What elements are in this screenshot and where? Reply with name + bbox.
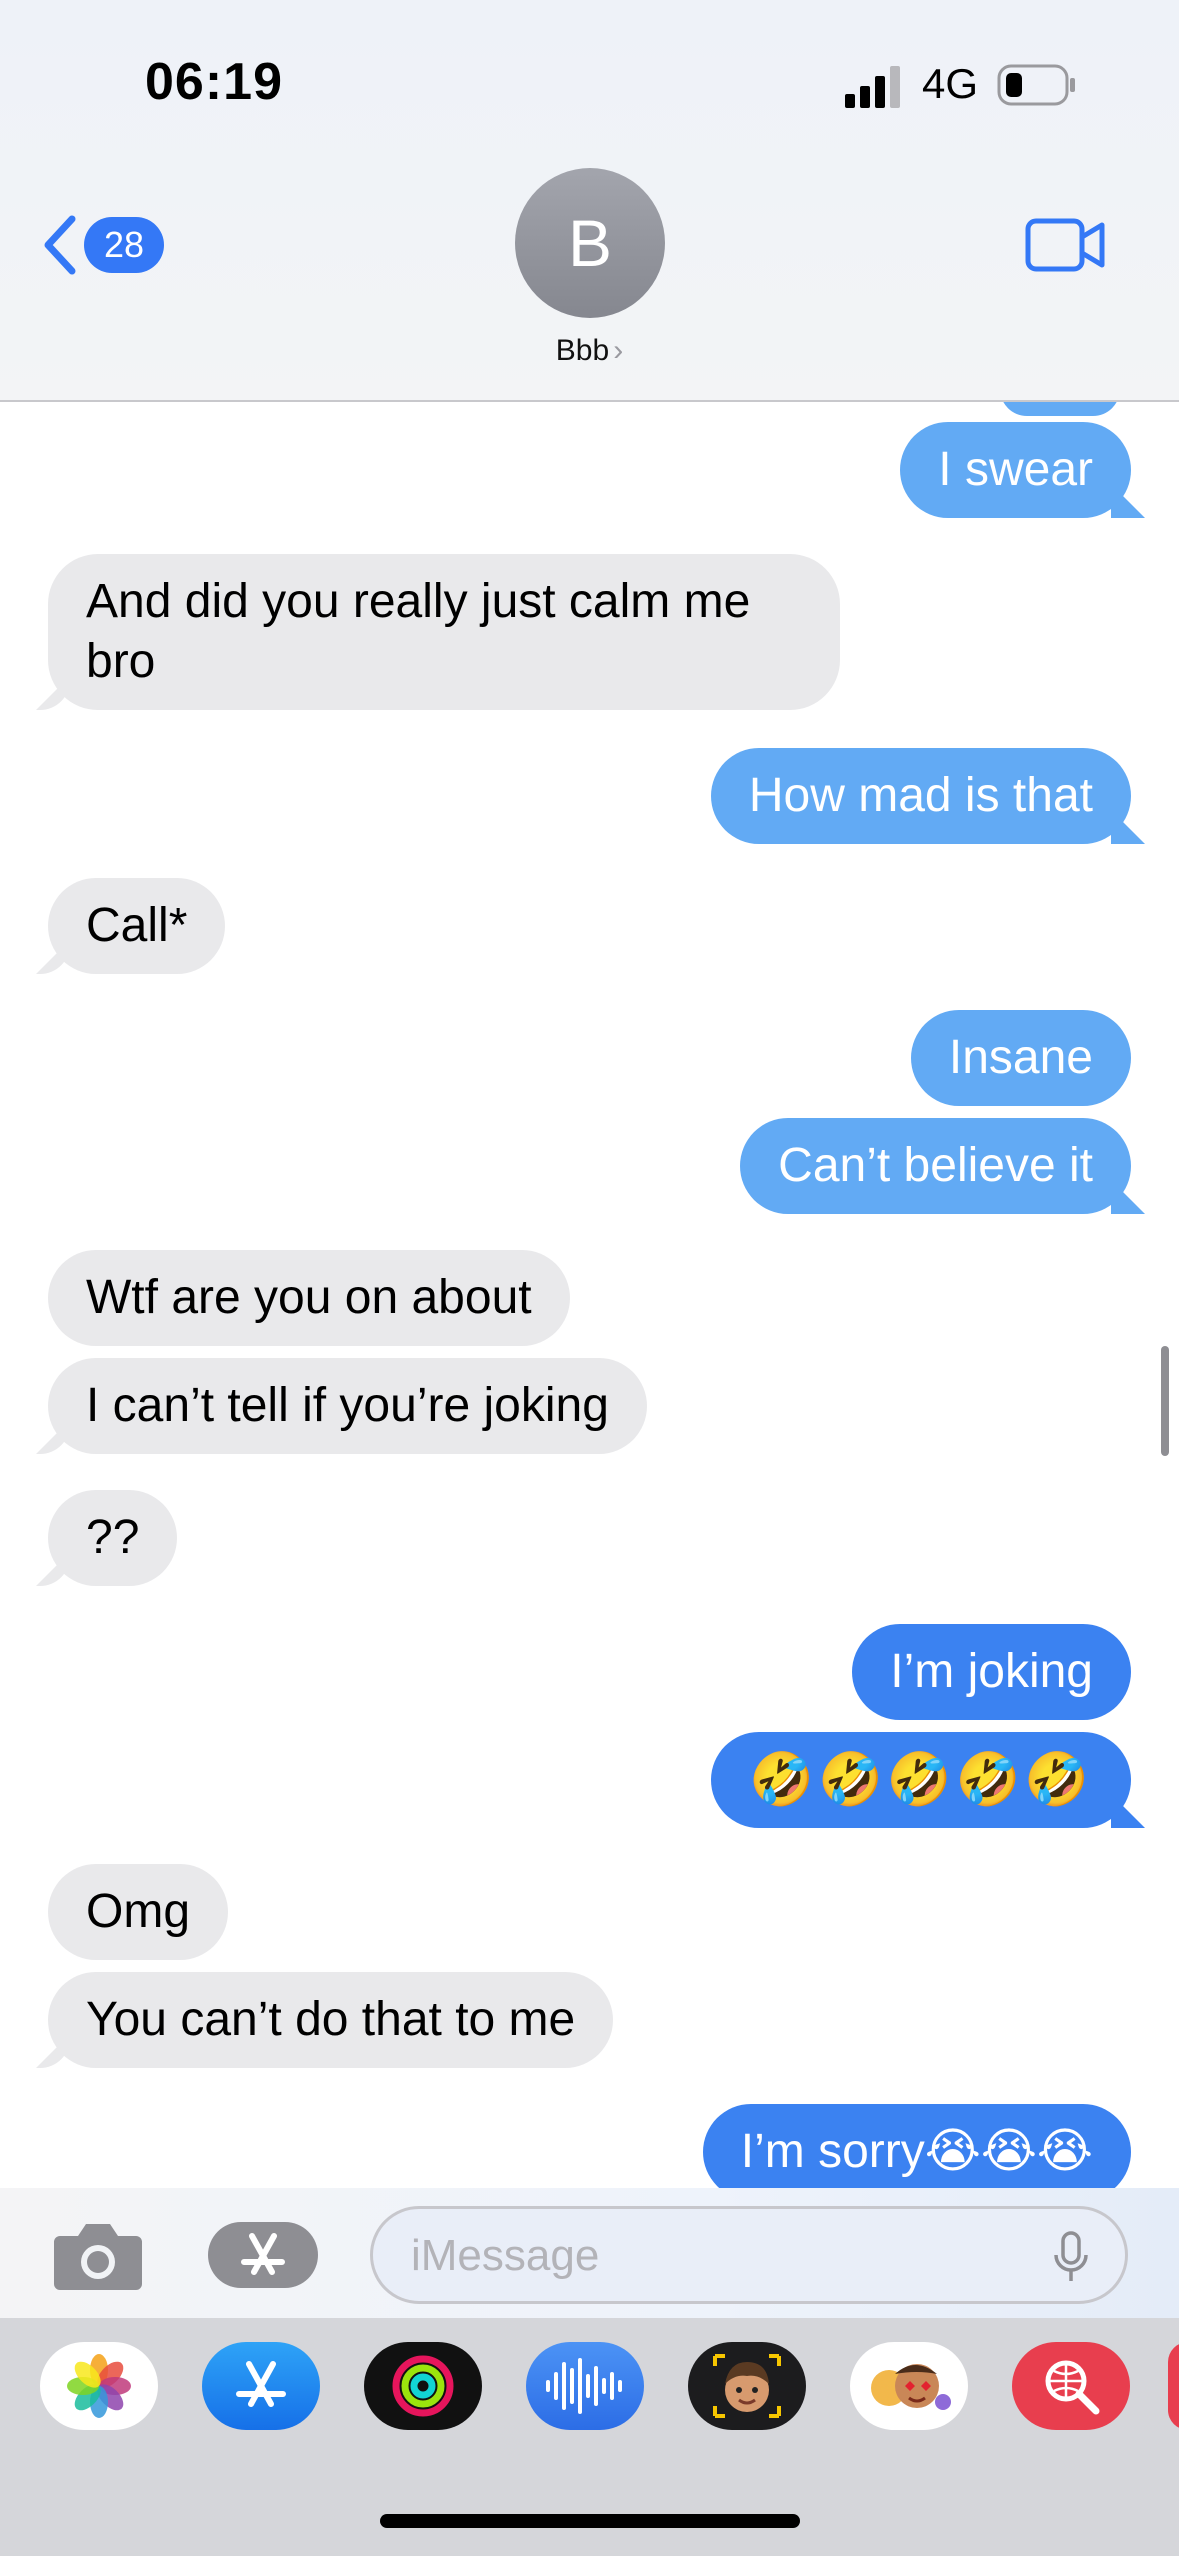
message-text: Call*	[86, 899, 188, 952]
message-input[interactable]	[409, 2227, 1033, 2285]
app-store-icon	[236, 2361, 286, 2407]
message-text: Insane	[948, 1031, 1093, 1084]
home-indicator[interactable]	[380, 2514, 800, 2528]
message-text: I swear	[938, 443, 1093, 496]
message-text: bro	[86, 635, 156, 688]
status-time: 06:19	[145, 53, 283, 111]
memoji-icon[interactable]	[688, 2342, 806, 2430]
activity-icon	[392, 2355, 454, 2417]
memoji-stickers-icon[interactable]	[850, 2342, 968, 2430]
message-bubble-incoming[interactable]: And did you really just calm me bro	[48, 554, 840, 710]
scrollbar[interactable]	[1161, 1346, 1169, 1456]
app-store-icon	[241, 2233, 285, 2275]
contact-avatar[interactable]: B	[515, 168, 665, 318]
message-input-field[interactable]	[370, 2206, 1128, 2304]
message-text: Can’t believe it	[778, 1139, 1093, 1192]
message-bubble-incoming[interactable]: You can’t do that to me	[48, 1972, 614, 2068]
activity-icon[interactable]	[364, 2342, 482, 2430]
message-bubble-outgoing[interactable]: I’m joking	[852, 1624, 1131, 1720]
message-bubble-outgoing[interactable]: 🤣🤣🤣🤣🤣	[711, 1732, 1131, 1828]
message-text: How mad is that	[748, 769, 1093, 822]
message-text: I’m sorry😭😭😭	[740, 2125, 1093, 2178]
message-bubble-incoming[interactable]: I can’t tell if you’re joking	[48, 1358, 647, 1454]
microphone-icon[interactable]	[1051, 2231, 1091, 2283]
message-bubble-incoming[interactable]: Wtf are you on about	[48, 1250, 570, 1346]
memoji-stickers-icon	[871, 2364, 951, 2410]
audio-message-icon	[546, 2358, 622, 2414]
camera-icon[interactable]	[52, 2218, 144, 2292]
conversation-header: 06:19 4G 28 B Bbb ›	[0, 0, 1179, 402]
message-bubble-outgoing[interactable]: Insane	[910, 1010, 1131, 1106]
compose-bar	[0, 2188, 1179, 2318]
battery-icon	[997, 64, 1075, 106]
unread-count-badge: 28	[84, 217, 165, 273]
web-search-icon[interactable]	[1012, 2342, 1130, 2430]
message-bubble-outgoing[interactable]: I’m sorry😭😭😭	[702, 2104, 1131, 2188]
photos-icon[interactable]	[40, 2342, 158, 2430]
message-text: 🤣🤣🤣🤣🤣	[749, 1751, 1093, 1809]
chevron-right-icon: ›	[613, 334, 624, 367]
message-text: ??	[86, 1511, 140, 1564]
message-text: I can’t tell if you’re joking	[86, 1379, 609, 1432]
message-text: Wtf are you on about	[86, 1271, 532, 1324]
message-bubble-incoming[interactable]: Omg	[48, 1864, 229, 1960]
message-text: And did you really just calm me	[86, 575, 751, 628]
more-apps-icon[interactable]	[1168, 2342, 1179, 2430]
web-search-icon	[1045, 2360, 1100, 2415]
audio-message-icon[interactable]	[526, 2342, 644, 2430]
network-type: 4G	[922, 60, 979, 107]
back-button[interactable]: 28	[40, 210, 165, 280]
contact-name-button[interactable]: Bbb ›	[0, 334, 1179, 368]
cellular-signal-icon	[845, 66, 900, 108]
photos-icon	[67, 2354, 131, 2418]
message-thread[interactable]: I swear And did you really just calm me …	[0, 402, 1179, 2188]
message-bubble-incoming[interactable]: Call*	[48, 878, 226, 974]
message-bubble-outgoing[interactable]: How mad is that	[710, 748, 1131, 844]
contact-name: Bbb	[555, 334, 610, 367]
facetime-video-icon[interactable]	[1024, 215, 1108, 275]
message-text: I’m joking	[890, 1645, 1093, 1698]
apps-button[interactable]	[208, 2222, 318, 2288]
message-text: You can’t do that to me	[86, 1993, 576, 2046]
message-text: Omg	[86, 1885, 191, 1938]
memoji-icon	[713, 2354, 781, 2418]
message-bubble-outgoing[interactable]: I swear	[900, 422, 1131, 518]
message-bubble-incoming[interactable]: ??	[48, 1490, 178, 1586]
chevron-left-icon	[44, 215, 76, 275]
app-store-icon[interactable]	[202, 2342, 320, 2430]
message-bubble-outgoing[interactable]: Can’t believe it	[740, 1118, 1131, 1214]
message-bubble-partial	[1000, 402, 1120, 416]
